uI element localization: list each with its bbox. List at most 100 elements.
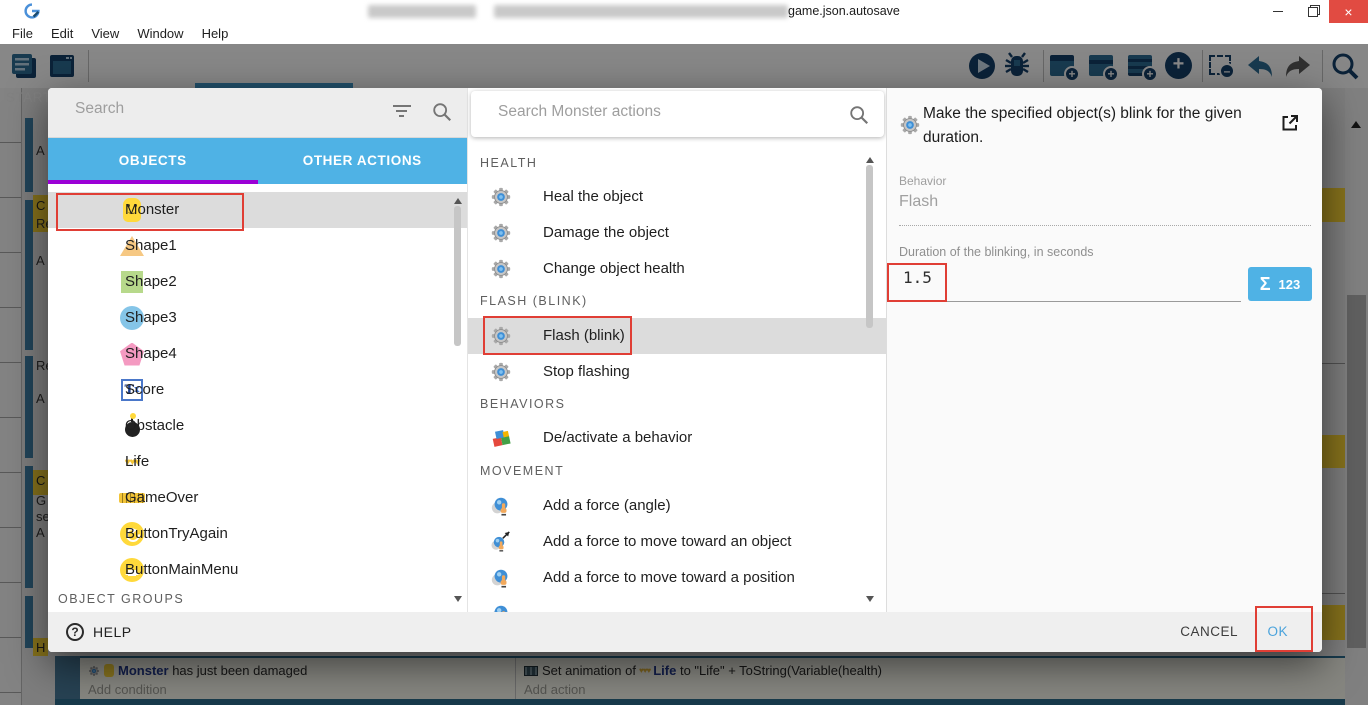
action-row-change-health[interactable]: Change object health: [468, 251, 886, 287]
field-divider: [899, 225, 1311, 226]
action-label: De/activate a behavior: [543, 429, 693, 446]
action-row-force-toward-position[interactable]: Add a force to move toward a position: [468, 560, 886, 596]
action-row-force-toward-object[interactable]: Add a force to move toward an object: [468, 524, 886, 560]
force-hand-icon: [490, 567, 512, 589]
action-detail-panel: Make the specified object(s) blink for t…: [886, 88, 1322, 612]
object-row-shape4[interactable]: Shape4: [48, 336, 467, 372]
object-row-gameover[interactable]: GameOver: [48, 480, 467, 516]
action-row-partial[interactable]: [468, 596, 886, 612]
object-row-life[interactable]: Life: [48, 444, 467, 480]
actions-list: HEALTH Heal the object Damage the object…: [468, 148, 886, 612]
close-icon: ×: [1344, 3, 1353, 20]
menubar: File Edit View Window Help: [0, 23, 1368, 44]
action-label: Change object health: [543, 260, 685, 277]
behavior-field-value: Flash: [899, 193, 939, 210]
input-underline: [899, 301, 1241, 302]
annotation-box-monster: [56, 193, 244, 231]
action-label: Add a force (angle): [543, 497, 671, 514]
object-label: Obstacle: [125, 417, 185, 434]
object-label: ButtonTryAgain: [125, 525, 228, 542]
help-button[interactable]: HELP: [66, 612, 132, 652]
object-row-buttontryagain[interactable]: ButtonTryAgain: [48, 516, 467, 552]
behavior-blocks-icon: [492, 430, 511, 447]
action-label: Add a force to move toward an object: [543, 533, 792, 550]
gear-icon: [490, 186, 512, 208]
menu-edit[interactable]: Edit: [42, 23, 82, 44]
sigma-icon: Σ: [1259, 273, 1271, 294]
tab-objects[interactable]: OBJECTS: [48, 138, 258, 184]
object-row-shape2[interactable]: Shape2: [48, 264, 467, 300]
objects-panel: OBJECTS OTHER ACTIONS Monster Shape1 Sha…: [48, 88, 467, 612]
cancel-button[interactable]: CANCEL: [1180, 612, 1238, 652]
gear-icon: [490, 258, 512, 280]
scroll-up-icon[interactable]: [866, 153, 874, 163]
action-row-deactivate-behavior[interactable]: De/activate a behavior: [468, 420, 886, 456]
instruction-editor-dialog: OBJECTS OTHER ACTIONS Monster Shape1 Sha…: [48, 88, 1322, 652]
actions-search-input[interactable]: [498, 103, 778, 121]
object-row-score[interactable]: Tx Score: [48, 372, 467, 408]
dialog-footer: HELP CANCEL OK: [48, 612, 1322, 652]
section-header-flash: FLASH (BLINK): [480, 294, 588, 308]
numbers-icon: 123: [1278, 276, 1301, 292]
actions-search-bar: [471, 91, 884, 137]
annotation-box-ok: [1255, 606, 1313, 652]
help-label: HELP: [93, 624, 132, 640]
action-row-heal[interactable]: Heal the object: [468, 179, 886, 215]
action-row-damage[interactable]: Damage the object: [468, 215, 886, 251]
object-row-shape1[interactable]: Shape1: [48, 228, 467, 264]
section-header-behaviors: BEHAVIORS: [480, 397, 566, 411]
scrollbar-thumb[interactable]: [454, 206, 461, 346]
action-label: Add a force to move toward a position: [543, 569, 795, 586]
behavior-field-label: Behavior: [899, 174, 947, 188]
force-toward-object-icon: [490, 531, 510, 553]
titlebar: game.json.autosave ×: [0, 0, 1368, 23]
gear-icon: [490, 222, 512, 244]
objects-search-input[interactable]: [75, 100, 355, 118]
objects-tabs: OBJECTS OTHER ACTIONS: [48, 138, 467, 184]
gear-icon: [490, 361, 512, 383]
menu-window[interactable]: Window: [128, 23, 192, 44]
object-row-buttonmainmenu[interactable]: ButtonMainMenu: [48, 552, 467, 588]
help-icon: [66, 623, 84, 641]
expression-editor-button[interactable]: Σ 123: [1248, 267, 1312, 301]
scroll-up-icon[interactable]: [454, 194, 462, 204]
object-label: Shape4: [125, 345, 177, 362]
menu-file[interactable]: File: [3, 23, 42, 44]
object-row-obstacle[interactable]: Obstacle: [48, 408, 467, 444]
scroll-down-icon[interactable]: [866, 596, 874, 606]
action-row-stop-flashing[interactable]: Stop flashing: [468, 354, 886, 390]
restore-button[interactable]: [1296, 0, 1328, 23]
object-label: Shape3: [125, 309, 177, 326]
gdevelop-window: game.json.autosave × File Edit View Wind…: [0, 0, 1368, 705]
force-hand-icon: [490, 495, 512, 517]
object-groups-header: OBJECT GROUPS: [58, 592, 185, 606]
search-icon[interactable]: [848, 104, 870, 126]
action-row-add-force-angle[interactable]: Add a force (angle): [468, 488, 886, 524]
object-label: GameOver: [125, 489, 199, 506]
open-in-new-icon[interactable]: [1280, 113, 1300, 133]
object-row-shape3[interactable]: Shape3: [48, 300, 467, 336]
section-header-movement: MOVEMENT: [480, 464, 565, 478]
action-label: Damage the object: [543, 224, 669, 241]
restore-icon: [1307, 5, 1320, 17]
window-title: game.json.autosave: [788, 4, 900, 18]
menu-help[interactable]: Help: [193, 23, 238, 44]
tab-other-actions[interactable]: OTHER ACTIONS: [258, 138, 468, 184]
object-label: Shape2: [125, 273, 177, 290]
menu-view[interactable]: View: [82, 23, 128, 44]
close-button[interactable]: ×: [1329, 0, 1368, 23]
duration-field-label: Duration of the blinking, in seconds: [899, 245, 1094, 259]
scrollbar-thumb[interactable]: [866, 165, 873, 328]
minimize-button[interactable]: [1262, 0, 1294, 23]
action-label: Stop flashing: [543, 363, 630, 380]
filter-icon[interactable]: [393, 105, 411, 119]
objects-search-bar: [48, 88, 467, 138]
annotation-box-duration: [887, 263, 947, 302]
scroll-down-icon[interactable]: [454, 596, 462, 606]
search-icon[interactable]: [431, 101, 453, 123]
annotation-box-flash: [483, 316, 632, 355]
action-description: Make the specified object(s) blink for t…: [923, 105, 1242, 146]
section-header-health: HEALTH: [480, 156, 538, 170]
objects-list: Monster Shape1 Shape2 Shape3 Shape4 T x …: [48, 184, 467, 612]
gdevelop-logo-icon: [24, 3, 40, 19]
